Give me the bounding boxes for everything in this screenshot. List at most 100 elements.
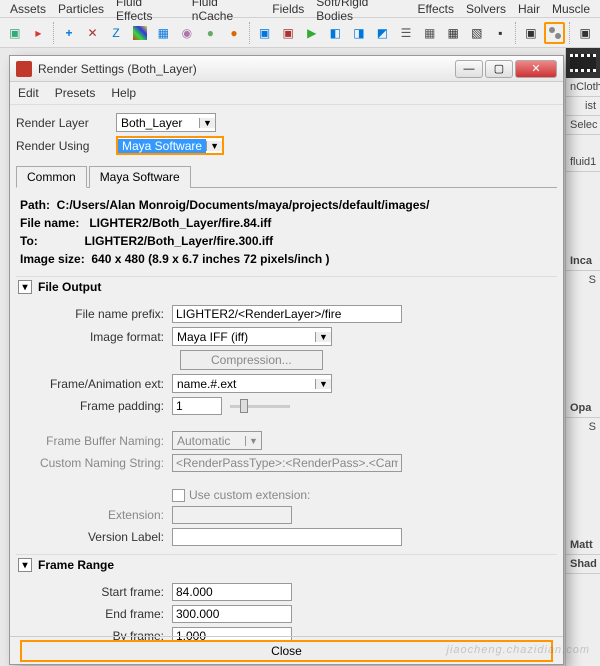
render-using-value: Maya Software: [118, 139, 206, 153]
tool-icon-6[interactable]: ●: [200, 22, 222, 44]
padding-input[interactable]: [172, 397, 222, 415]
frame-ext-value: name.#.ext: [173, 377, 315, 391]
s-label: S: [566, 418, 600, 436]
file-output-title: File Output: [38, 280, 101, 294]
padding-slider[interactable]: [230, 405, 290, 408]
extension-input: [172, 506, 292, 524]
info-to: To: LIGHTER2/Both_Layer/fire.300.iff: [20, 232, 553, 250]
menu-particles[interactable]: Particles: [52, 2, 110, 16]
file-output-header[interactable]: ▾ File Output: [16, 276, 557, 297]
use-custom-ext-checkbox[interactable]: [172, 489, 185, 502]
slider-thumb[interactable]: [240, 399, 248, 413]
tool-icon-11[interactable]: ◨: [348, 22, 370, 44]
tab-bar: Common Maya Software: [16, 165, 557, 188]
close-button[interactable]: Close: [20, 640, 553, 662]
info-imagesize: Image size: 640 x 480 (8.9 x 6.7 inches …: [20, 250, 553, 268]
menu-fluid-ncache[interactable]: Fluid nCache: [186, 0, 267, 23]
matte-section[interactable]: Matt: [566, 536, 600, 555]
menu-fields[interactable]: Fields: [266, 2, 310, 16]
tool-icon-12[interactable]: ◩: [372, 22, 394, 44]
chevron-down-icon: ▼: [315, 379, 331, 389]
end-frame-input[interactable]: [172, 605, 292, 623]
tool-icon-15[interactable]: ▣: [574, 22, 596, 44]
maximize-button[interactable]: ▢: [485, 60, 513, 78]
chevron-down-icon: ▼: [315, 332, 331, 342]
dialog-menu-bar: Edit Presets Help: [10, 82, 563, 105]
render-layer-value: Both_Layer: [117, 116, 199, 130]
app-icon: [16, 61, 32, 77]
menu-presets[interactable]: Presets: [55, 86, 96, 100]
toolbar-separator: [515, 22, 516, 44]
clap-icon[interactable]: ▧: [466, 22, 488, 44]
custom-naming-label: Custom Naming String:: [22, 456, 172, 470]
film-strip-icon: [566, 48, 600, 78]
toolbar-separator: [249, 22, 250, 44]
minimize-button[interactable]: —: [455, 60, 483, 78]
toolbar-separator: [569, 22, 570, 44]
tool-icon-5[interactable]: ◉: [176, 22, 198, 44]
tool-icon-1[interactable]: ▣: [4, 22, 26, 44]
menu-effects[interactable]: Effects: [411, 2, 459, 16]
dialog-titlebar[interactable]: Render Settings (Both_Layer) — ▢ ✕: [10, 56, 563, 82]
menu-fluid-effects[interactable]: Fluid Effects: [110, 0, 186, 23]
collapse-icon[interactable]: ▾: [18, 280, 32, 294]
render-layer-dropdown[interactable]: Both_Layer ▼: [116, 113, 216, 132]
render-settings-icon[interactable]: [544, 22, 566, 44]
dialog-title: Render Settings (Both_Layer): [38, 62, 453, 76]
render-using-dropdown[interactable]: Maya Software ▼: [116, 136, 224, 155]
tool-icon-3[interactable]: ✕: [82, 22, 104, 44]
extension-label: Extension:: [22, 508, 172, 522]
ncloth-tab[interactable]: nCloth: [566, 78, 600, 97]
tool-icon-10[interactable]: ◧: [325, 22, 347, 44]
zigzag-icon[interactable]: Z: [105, 22, 127, 44]
tab-maya-software[interactable]: Maya Software: [89, 166, 191, 188]
menu-assets[interactable]: Assets: [4, 2, 52, 16]
buffer-label: Frame Buffer Naming:: [22, 434, 172, 448]
chevron-down-icon: ▼: [206, 141, 222, 151]
film-icon[interactable]: ▦: [442, 22, 464, 44]
menu-muscle[interactable]: Muscle: [546, 2, 596, 16]
incandescence-section[interactable]: Inca: [566, 252, 600, 271]
menu-help[interactable]: Help: [111, 86, 136, 100]
select-tab[interactable]: Selec: [566, 116, 600, 135]
s-label: S: [566, 271, 600, 289]
main-menu-bar: Assets Particles Fluid Effects Fluid nCa…: [0, 0, 600, 18]
list-tab[interactable]: ist: [566, 97, 600, 116]
plus-icon[interactable]: +: [58, 22, 80, 44]
use-custom-ext-label: Use custom extension:: [189, 488, 310, 502]
buffer-dropdown: Automatic ▼: [172, 431, 262, 450]
format-value: Maya IFF (iff): [173, 330, 315, 344]
tool-icon-14[interactable]: ▣: [520, 22, 542, 44]
close-window-button[interactable]: ✕: [515, 60, 557, 78]
tool-icon-13[interactable]: ▪: [490, 22, 512, 44]
format-dropdown[interactable]: Maya IFF (iff) ▼: [172, 327, 332, 346]
info-filename: File name: LIGHTER2/Both_Layer/fire.84.i…: [20, 214, 553, 232]
tool-icon-4[interactable]: ▦: [152, 22, 174, 44]
list-icon[interactable]: ☰: [395, 22, 417, 44]
frame-ext-label: Frame/Animation ext:: [22, 377, 172, 391]
frame-range-header[interactable]: ▾ Frame Range: [16, 554, 557, 575]
tab-common[interactable]: Common: [16, 166, 87, 188]
collapse-icon[interactable]: ▾: [18, 558, 32, 572]
menu-hair[interactable]: Hair: [512, 2, 546, 16]
tool-icon-2[interactable]: ▸: [28, 22, 50, 44]
shading-section[interactable]: Shad: [566, 555, 600, 574]
info-path: Path: C:/Users/Alan Monroig/Documents/ma…: [20, 196, 553, 214]
menu-solvers[interactable]: Solvers: [460, 2, 512, 16]
tool-icon-7[interactable]: ●: [223, 22, 245, 44]
frame-ext-dropdown[interactable]: name.#.ext ▼: [172, 374, 332, 393]
prefix-input[interactable]: [172, 305, 402, 323]
start-frame-input[interactable]: [172, 583, 292, 601]
menu-edit[interactable]: Edit: [18, 86, 39, 100]
version-input[interactable]: [172, 528, 402, 546]
fluid1-tab[interactable]: fluid1: [566, 153, 600, 172]
play-icon[interactable]: ▶: [301, 22, 323, 44]
windows-icon[interactable]: [129, 22, 151, 44]
grid-icon[interactable]: ▦: [419, 22, 441, 44]
opacity-section[interactable]: Opa: [566, 399, 600, 418]
frame-range-title: Frame Range: [38, 558, 114, 572]
toolbar-separator: [53, 22, 54, 44]
tool-icon-9[interactable]: ▣: [277, 22, 299, 44]
tool-icon-8[interactable]: ▣: [254, 22, 276, 44]
menu-soft-rigid[interactable]: Soft/Rigid Bodies: [310, 0, 411, 23]
